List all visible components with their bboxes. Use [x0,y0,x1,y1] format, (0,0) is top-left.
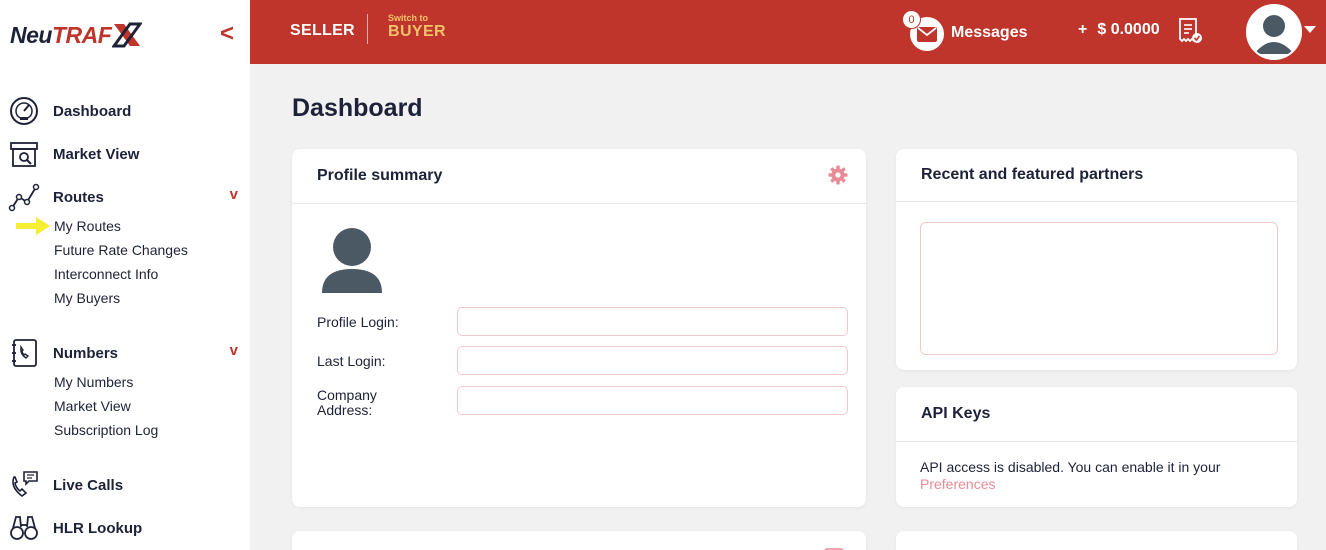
sidebar-subitem-interconnect-info[interactable]: Interconnect Info [54,266,158,282]
switch-big-label: BUYER [388,23,447,40]
sidebar-item-label: Routes [53,188,104,206]
invoice-icon[interactable] [1177,17,1203,50]
envelope-icon: 0 [902,10,944,51]
partners-card: Recent and featured partners [896,149,1297,370]
binoculars-icon [6,512,42,544]
user-menu-caret-icon[interactable] [1304,26,1316,33]
switch-small-label: Switch to [388,13,428,23]
logo-traf-text: TRAF [51,21,112,48]
messages-count-badge: 0 [902,10,921,29]
sidebar-item-label: Live Calls [53,476,124,494]
route-graph-icon [6,181,42,213]
switch-to-buyer-button[interactable]: Switch to BUYER [388,13,446,41]
messages-button[interactable]: 0 Messages [902,10,1028,51]
redacted-value [472,353,594,369]
api-keys-title: API Keys [896,387,1297,442]
api-keys-card: API Keys API access is disabled. You can… [896,387,1297,507]
speedometer-icon [6,95,42,127]
partners-list [920,222,1278,355]
sidebar-item-market-view[interactable]: Market View [6,138,244,170]
messages-label: Messages [951,24,1028,41]
sidebar-collapse-button[interactable]: < [220,20,234,48]
sidebar-item-hlr-lookup[interactable]: HLR Lookup [6,512,244,544]
api-keys-text: API access is disabled. You can enable i… [920,459,1221,475]
sidebar-subitem-market-view[interactable]: Market View [54,398,131,414]
gear-icon[interactable] [828,165,848,190]
chevron-down-icon[interactable]: v [230,186,238,203]
top-header: SELLER Switch to BUYER 0 Messages + $ 0.… [250,0,1326,64]
profile-avatar-icon [322,227,382,298]
sidebar-item-routes[interactable]: Routes v [6,181,244,213]
sidebar-subitem-future-rate-changes[interactable]: Future Rate Changes [54,242,188,258]
company-address-label: Company Address: [317,387,377,418]
page-title: Dashboard [292,94,423,122]
company-address-field [457,386,848,415]
profile-summary-card: Profile summary Profile Login: Last Logi… [292,149,866,507]
phone-chat-icon [6,469,42,501]
partners-title: Recent and featured partners [896,149,1297,202]
sidebar-item-label: Numbers [53,344,119,362]
sidebar-subitem-my-buyers[interactable]: My Buyers [54,290,120,306]
profile-summary-title: Profile summary [292,149,866,204]
sidebar-item-label: Market View [53,145,140,163]
sidebar-subitem-my-routes[interactable]: My Routes [54,218,121,234]
user-avatar-icon [1254,15,1294,54]
sidebar-item-label: HLR Lookup [53,519,143,537]
last-login-field [457,346,848,375]
profile-login-label: Profile Login: [317,314,399,330]
sidebar-item-label: Dashboard [53,102,132,120]
sidebar-item-numbers[interactable]: Numbers v [6,337,244,369]
redacted-value [472,314,572,330]
brand-logo[interactable]: Neu TRAF [10,18,143,52]
sidebar: Neu TRAF < Dashboard Market View Routes … [0,0,250,550]
storefront-icon [6,138,42,170]
preferences-link[interactable]: Preferences [920,476,995,492]
current-role-label: SELLER [290,22,355,39]
profile-login-field [457,307,848,336]
logo-neu-text: Neu [10,21,52,48]
sidebar-item-live-calls[interactable]: Live Calls [6,469,244,501]
sidebar-subitem-my-numbers[interactable]: My Numbers [54,374,133,390]
sidebar-item-dashboard[interactable]: Dashboard [6,95,244,127]
highlight-arrow-icon [16,217,50,235]
chevron-down-icon[interactable]: v [230,342,238,359]
lower-left-card [292,531,866,550]
logo-x-icon [112,22,143,48]
add-funds-button[interactable]: + [1078,21,1087,39]
user-avatar-button[interactable] [1246,4,1302,60]
api-keys-message: API access is disabled. You can enable i… [920,459,1280,493]
balance-value: $ 0.0000 [1097,21,1160,38]
document-icon[interactable] [824,545,844,550]
last-login-label: Last Login: [317,353,386,369]
balance-display: + $ 0.0000 [1078,21,1160,39]
header-divider [367,14,368,44]
lower-right-card [896,531,1297,550]
sidebar-subitem-subscription-log[interactable]: Subscription Log [54,422,158,438]
phonebook-icon [6,337,42,369]
